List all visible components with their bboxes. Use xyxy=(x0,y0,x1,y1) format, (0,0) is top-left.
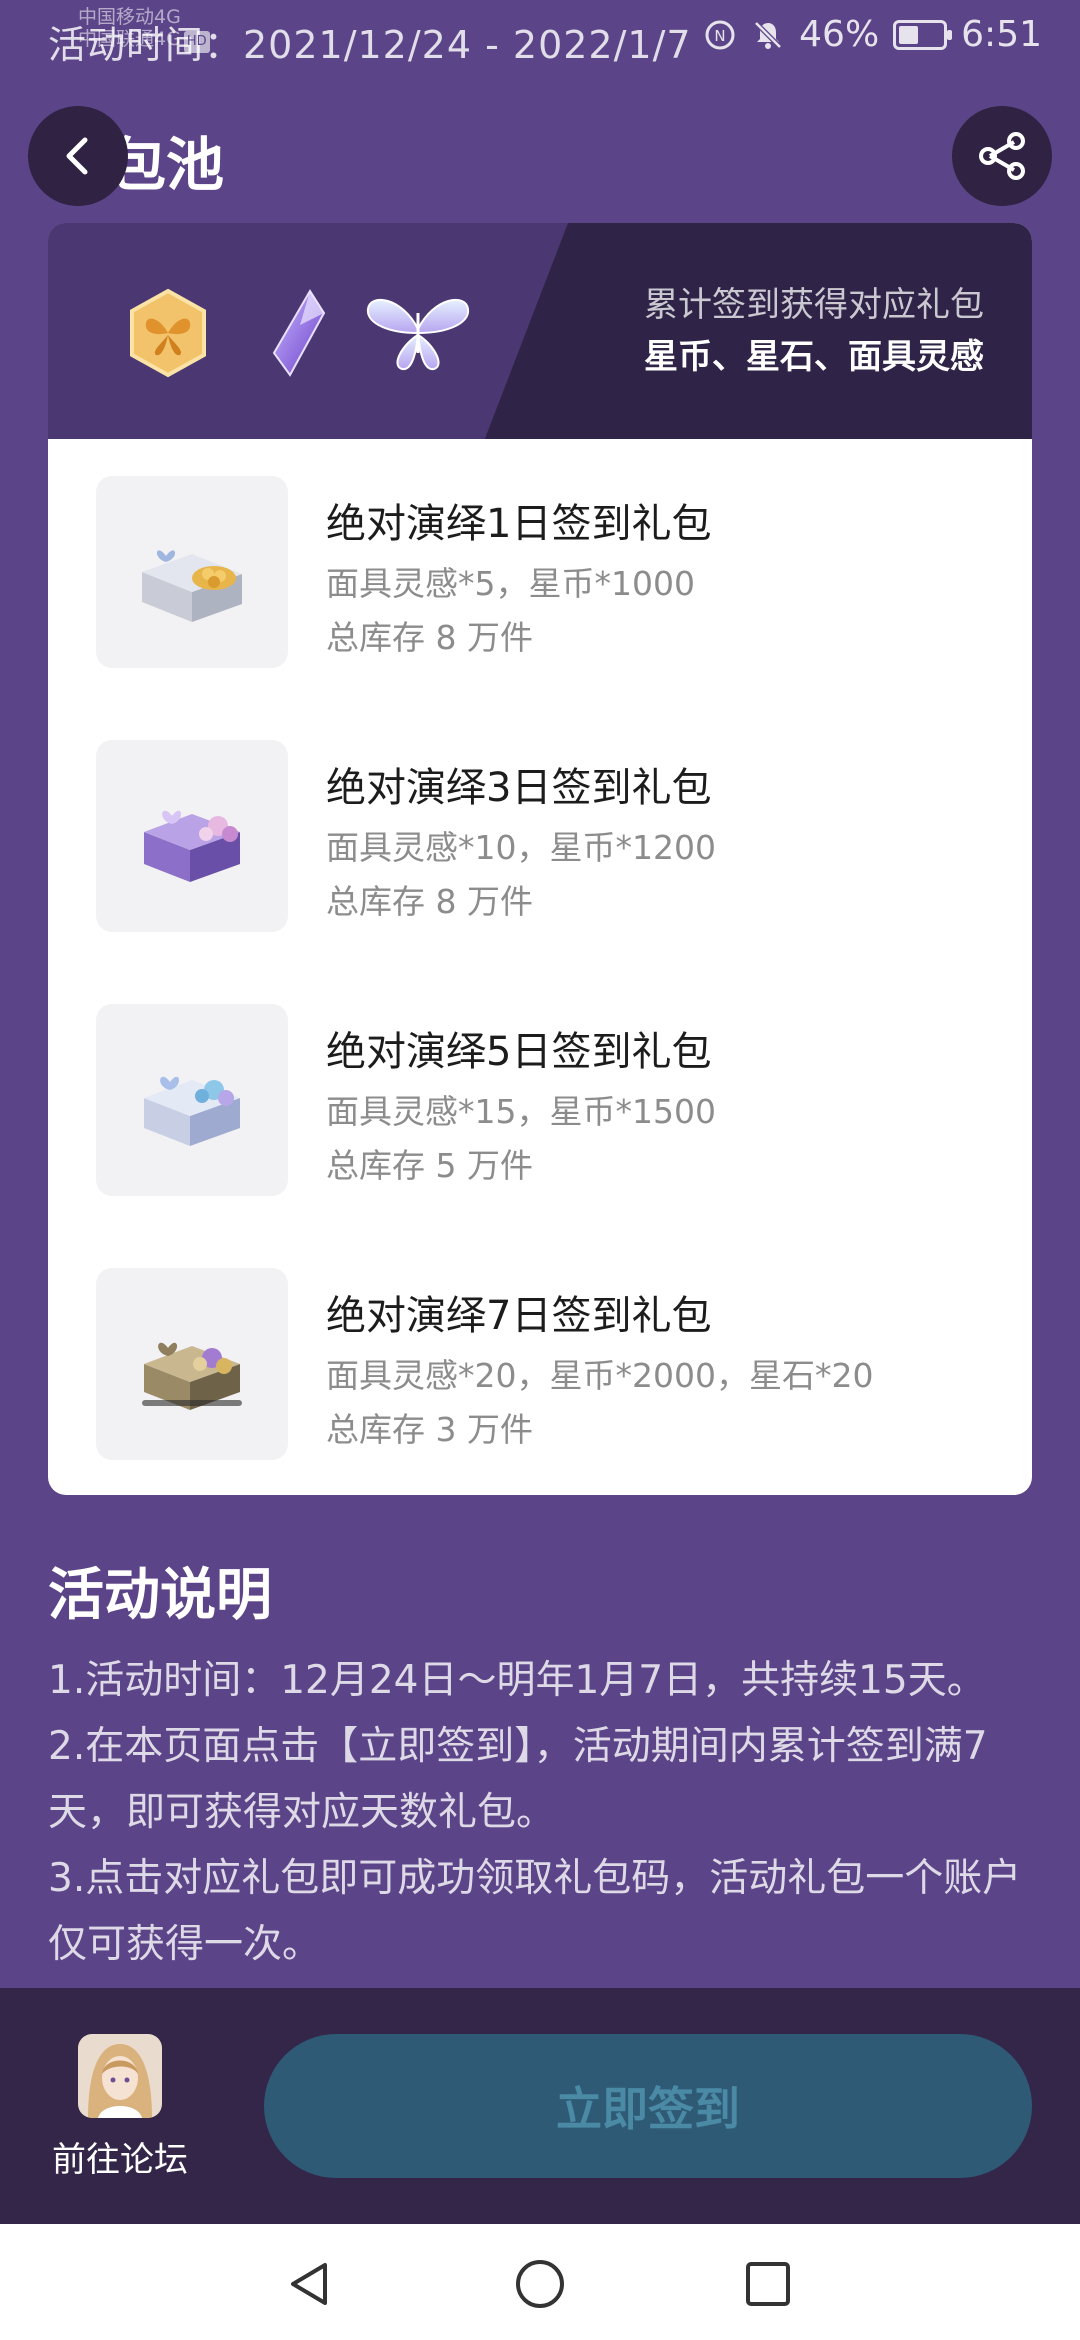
app-root: 活动时间：2021/12/24 - 2022/1/7 中国移动4G 中国联通4G… xyxy=(0,0,1080,2340)
hd-badge: HD xyxy=(183,31,210,53)
gift-pack-item[interactable]: 绝对演绎1日签到礼包 面具灵感*5，星币*1000 总库存 8 万件 xyxy=(48,439,1032,703)
carrier-line-2: 中国联通4G xyxy=(78,28,181,50)
description-line: 1.活动时间：12月24日～明年1月7日，共持续15天。 xyxy=(48,1658,986,1703)
gift-box-purple-icon xyxy=(96,740,288,932)
muted-bell-icon xyxy=(751,18,785,52)
carrier-line-1: 中国移动4G xyxy=(78,6,181,28)
gift-pack-item[interactable]: 绝对演绎5日签到礼包 面具灵感*15，星币*1500 总库存 5 万件 xyxy=(48,967,1032,1231)
share-icon xyxy=(979,132,1025,180)
system-nav-bar xyxy=(0,2224,1080,2340)
gift-pack-stock: 总库存 8 万件 xyxy=(326,618,533,657)
description-line: 2.在本页面点击【立即签到】，活动期间内累计签到满7天，即可获得对应天数礼包。 xyxy=(48,1724,988,1835)
gift-pool-card: 累计签到获得对应礼包 星币、星石、面具灵感 绝对演绎1日签到礼包 面具灵感*5，… xyxy=(48,223,1032,1495)
banner-currencies: 星币、星石、面具灵感 xyxy=(644,337,984,377)
gift-pack-item[interactable]: 绝对演绎3日签到礼包 面具灵感*10，星币*1200 总库存 8 万件 xyxy=(48,703,1032,967)
gift-pack-stock: 总库存 5 万件 xyxy=(326,1146,533,1185)
forum-avatar xyxy=(78,2034,162,2118)
nav-back-button[interactable] xyxy=(280,2254,340,2314)
gift-pack-title: 绝对演绎1日签到礼包 xyxy=(326,501,712,547)
butterfly-icon xyxy=(353,278,483,388)
forum-label: 前往论坛 xyxy=(52,2140,188,2180)
nav-home-icon xyxy=(516,2260,564,2308)
nav-home-button[interactable] xyxy=(510,2254,570,2314)
nav-back-icon xyxy=(291,2263,327,2305)
gift-pack-stock: 总库存 3 万件 xyxy=(326,1410,533,1449)
description-body: 1.活动时间：12月24日～明年1月7日，共持续15天。 2.在本页面点击【立即… xyxy=(48,1648,1048,1978)
gift-box-blue-icon xyxy=(96,1004,288,1196)
gift-pack-contents: 面具灵感*5，星币*1000 xyxy=(326,564,695,603)
bottom-action-bar: 前往论坛 立即签到 xyxy=(0,1988,1080,2224)
banner-text: 累计签到获得对应礼包 星币、星石、面具灵感 xyxy=(644,279,984,383)
butterfly-coin-icon xyxy=(113,278,223,388)
status-icons: N 46% 6:51 xyxy=(703,14,1042,55)
banner-subtitle: 累计签到获得对应礼包 xyxy=(644,285,984,325)
gift-pack-contents: 面具灵感*15，星币*1500 xyxy=(326,1092,716,1131)
status-bar: 活动时间：2021/12/24 - 2022/1/7 中国移动4G 中国联通4G… xyxy=(0,0,1080,76)
carrier-info: 中国移动4G 中国联通4G HD xyxy=(78,6,210,53)
battery-level xyxy=(899,25,919,44)
data-saver-icon: N xyxy=(703,18,737,52)
gift-pack-contents: 面具灵感*10，星币*1200 xyxy=(326,828,716,867)
gift-pack-stock: 总库存 8 万件 xyxy=(326,882,533,921)
chevron-left-icon xyxy=(66,137,88,175)
nav-recents-icon xyxy=(746,2262,790,2306)
gift-box-silver-gold-icon xyxy=(96,476,288,668)
gift-box-gold-icon xyxy=(96,1268,288,1460)
back-button[interactable] xyxy=(28,106,128,206)
currency-banner: 累计签到获得对应礼包 星币、星石、面具灵感 xyxy=(48,223,1032,439)
gift-pack-list: 绝对演绎1日签到礼包 面具灵感*5，星币*1000 总库存 8 万件 绝对演绎3… xyxy=(48,439,1032,1495)
description-title: 活动说明 xyxy=(48,1563,272,1628)
gift-pack-item[interactable]: 绝对演绎7日签到礼包 面具灵感*20，星币*2000，星石*20 总库存 3 万… xyxy=(48,1231,1032,1495)
crystal-icon xyxy=(243,278,353,388)
nav-recents-button[interactable] xyxy=(738,2254,798,2314)
gift-pack-contents: 面具灵感*20，星币*2000，星石*20 xyxy=(326,1356,874,1395)
gift-pack-title: 绝对演绎5日签到礼包 xyxy=(326,1029,712,1075)
forum-link[interactable]: 前往论坛 xyxy=(48,2034,192,2181)
svg-text:N: N xyxy=(715,27,726,45)
share-button[interactable] xyxy=(952,106,1052,206)
sign-in-button[interactable]: 立即签到 xyxy=(264,2034,1032,2178)
gift-pack-title: 绝对演绎7日签到礼包 xyxy=(326,1293,712,1339)
battery-icon xyxy=(893,19,953,50)
description-line: 3.点击对应礼包即可成功领取礼包码，活动礼包一个账户仅可获得一次。 xyxy=(48,1856,1022,1967)
gift-pack-title: 绝对演绎3日签到礼包 xyxy=(326,765,712,811)
clock: 6:51 xyxy=(961,14,1042,55)
battery-percent: 46% xyxy=(799,14,880,55)
